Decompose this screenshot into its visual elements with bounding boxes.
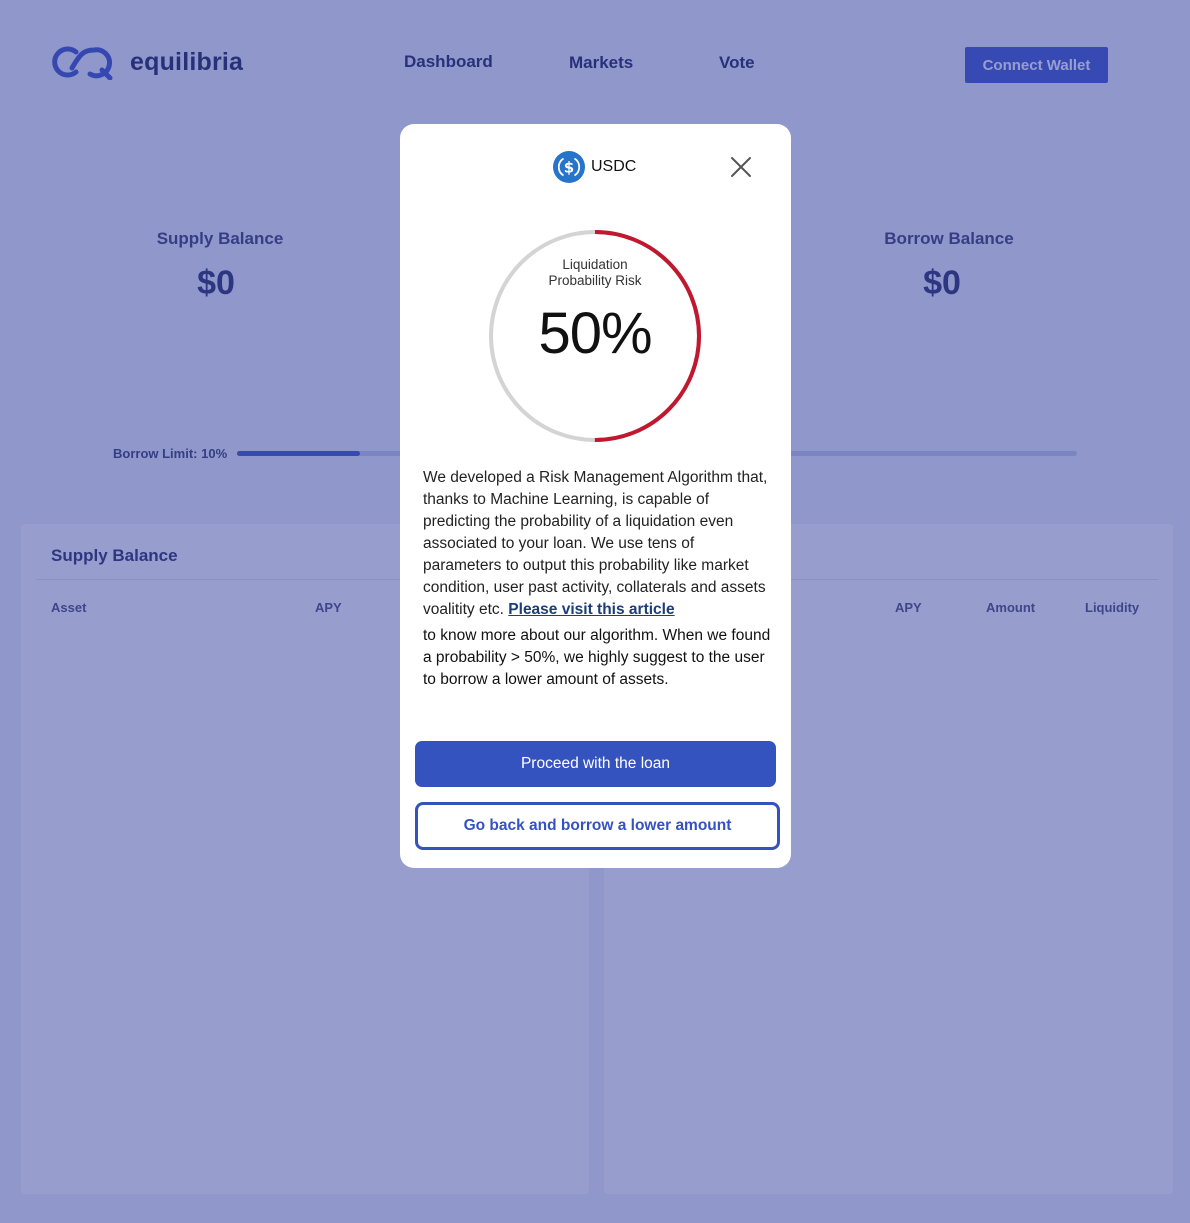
modal-header: $ USDC	[553, 151, 636, 183]
risk-percentage: 50%	[538, 301, 652, 366]
description-text: We developed a Risk Management Algorithm…	[423, 469, 768, 618]
svg-text:$: $	[564, 159, 574, 177]
gauge-caption: Liquidation Probability Risk	[495, 257, 695, 289]
proceed-with-loan-button[interactable]: Proceed with the loan	[415, 741, 776, 787]
risk-description: We developed a Risk Management Algorithm…	[423, 467, 773, 691]
liquidation-risk-modal: $ USDC Liquidation Probability Risk 50% …	[400, 124, 791, 868]
close-icon[interactable]	[729, 155, 753, 179]
usdc-coin-icon: $	[553, 151, 585, 183]
article-link[interactable]: Please visit this article	[508, 601, 674, 618]
description-followup: to know more about our algorithm. When w…	[423, 627, 771, 688]
gauge-caption-line1: Liquidation	[562, 257, 628, 272]
gauge-caption-line2: Probability Risk	[548, 273, 642, 288]
asset-name: USDC	[591, 158, 637, 175]
borrow-lower-amount-button[interactable]: Go back and borrow a lower amount	[415, 802, 780, 850]
